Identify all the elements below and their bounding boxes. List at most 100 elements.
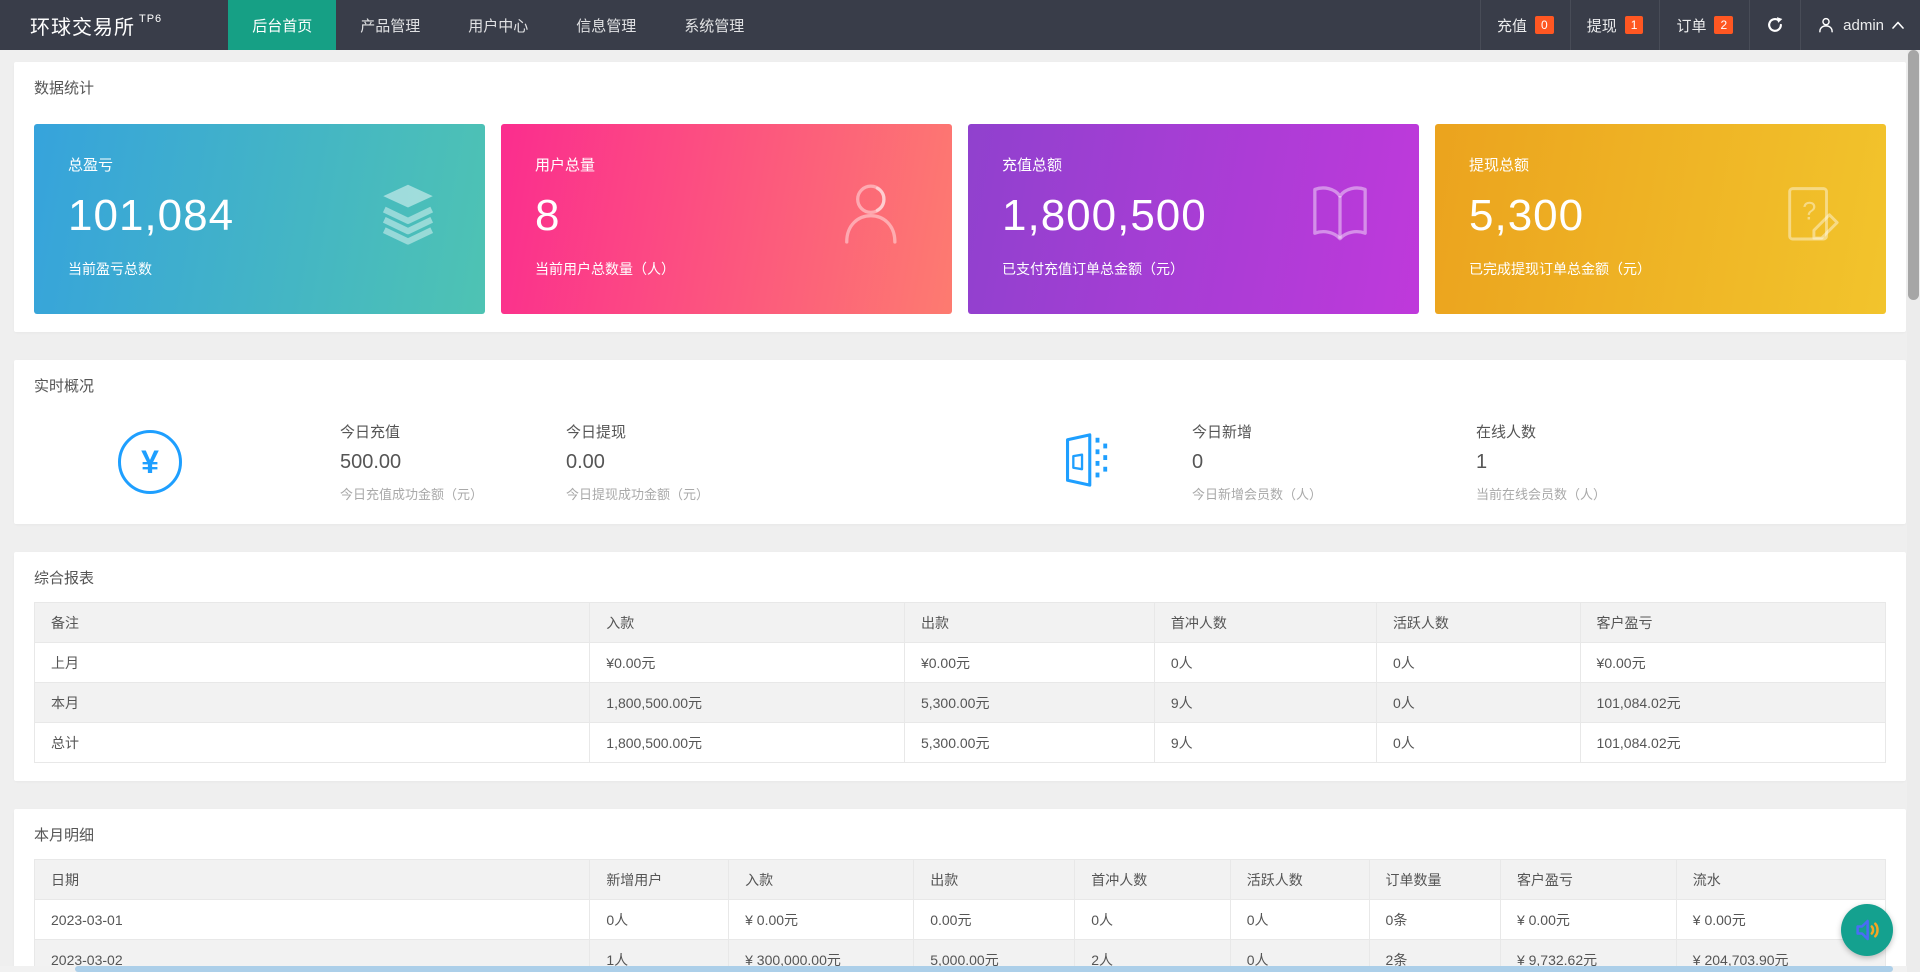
voice-broadcast-button[interactable]: [1841, 904, 1893, 956]
admin-menu[interactable]: admin: [1800, 0, 1920, 50]
table-header-row: 备注 入款 出款 首冲人数 活跃人数 客户盈亏: [33, 602, 1887, 643]
stat-card-total-users: 用户总量 8 当前用户总数量（人）: [501, 124, 952, 314]
table-row: 上月 ¥0.00元 ¥0.00元 0人 0人 ¥0.00元: [33, 642, 1887, 683]
stats-panel-title: 数据统计: [34, 80, 95, 97]
app-logo: 环球交易所 TP6: [0, 0, 192, 50]
table-cell: 5,300.00元: [903, 682, 1155, 723]
horizontal-scrollbar[interactable]: [0, 966, 1907, 972]
orders-shortcut[interactable]: 订单 2: [1659, 0, 1749, 50]
vertical-scrollbar-thumb[interactable]: [1908, 50, 1919, 300]
table-row: 总计 1,800,500.00元 5,300.00元 9人 0人 101,084…: [33, 722, 1887, 763]
stat-card-label: 用户总量: [535, 157, 596, 174]
table-cell: 101,084.02元: [1579, 682, 1887, 723]
stat-value: 0: [1192, 451, 1204, 473]
stat-card-desc: 当前用户总数量（人）: [535, 261, 675, 277]
table-cell: 0人: [1375, 722, 1581, 763]
realtime-panel-title: 实时概况: [34, 378, 95, 395]
app-version-tag: TP6: [139, 13, 163, 25]
door-panel-icon: [1054, 431, 1112, 494]
stat-card-label: 充值总额: [1002, 157, 1063, 174]
table-cell: 9人: [1153, 682, 1377, 723]
menu-item-users[interactable]: 用户中心: [444, 0, 552, 50]
table-cell: 0人: [1074, 899, 1231, 940]
table-cell: 101,084.02元: [1579, 722, 1887, 763]
table-row: 本月 1,800,500.00元 5,300.00元 9人 0人 101,084…: [33, 682, 1887, 723]
user-avatar-icon: [1817, 16, 1835, 34]
table-cell: ¥0.00元: [1579, 642, 1887, 683]
refresh-button[interactable]: [1749, 0, 1800, 50]
nav-right-group: 充值 0 提现 1 订单 2 admin: [1480, 0, 1920, 50]
stat-desc: 今日提现成功金额（元）: [566, 487, 710, 502]
recharge-count-badge: 0: [1535, 16, 1554, 34]
col-header: 活跃人数: [1229, 859, 1370, 900]
menu-item-info[interactable]: 信息管理: [552, 0, 660, 50]
col-header: 入款: [728, 859, 915, 900]
stat-value: 0.00: [566, 451, 605, 473]
table-cell: ¥ 0.00元: [1499, 899, 1677, 940]
realtime-row: ¥ 今日充值 500.00 今日充值成功金额（元） 今日提现 0.00 今日提现…: [34, 414, 1886, 510]
stat-cards: 总盈亏 101,084 当前盈亏总数 用户总量 8 当前用户总数量（人） 充值总…: [34, 124, 1886, 314]
stat-card-total-withdraw: 提现总额 5,300 已完成提现订单总金额（元） ?: [1435, 124, 1886, 314]
recharge-shortcut[interactable]: 充值 0: [1480, 0, 1570, 50]
orders-label: 订单: [1676, 17, 1707, 35]
yen-circle-icon: ¥: [118, 430, 182, 494]
col-header: 备注: [33, 602, 591, 643]
stat-desc: 今日新增会员数（人）: [1192, 487, 1323, 502]
stat-card-total-recharge: 充值总额 1,800,500 已支付充值订单总金额（元）: [968, 124, 1419, 314]
table-cell: 1,800,500.00元: [589, 722, 905, 763]
stat-desc: 今日充值成功金额（元）: [340, 487, 484, 502]
layers-icon: [375, 181, 441, 252]
month-detail-title: 本月明细: [34, 827, 95, 844]
menu-item-products[interactable]: 产品管理: [336, 0, 444, 50]
open-book-icon: [1305, 179, 1375, 254]
table-cell: ¥ 0.00元: [728, 899, 915, 940]
col-header: 入款: [589, 602, 905, 643]
table-header-row: 日期 新增用户 入款 出款 首冲人数 活跃人数 订单数量 客户盈亏 流水: [33, 859, 1887, 900]
col-header: 日期: [33, 859, 591, 900]
report-panel-title: 综合报表: [34, 570, 95, 587]
stat-label: 在线人数: [1476, 424, 1537, 441]
stat-card-label: 提现总额: [1469, 157, 1530, 174]
month-detail-table: 日期 新增用户 入款 出款 首冲人数 活跃人数 订单数量 客户盈亏 流水 202…: [33, 859, 1887, 972]
realtime-stat-today-recharge: 今日充值 500.00 今日充值成功金额（元）: [340, 421, 566, 503]
menu-item-home[interactable]: 后台首页: [228, 0, 337, 50]
table-row: 2023-03-01 0人 ¥ 0.00元 0.00元 0人 0人 0条 ¥ 0…: [33, 899, 1887, 940]
stat-label: 今日新增: [1192, 424, 1253, 441]
withdraw-shortcut[interactable]: 提现 1: [1569, 0, 1660, 50]
col-header: 流水: [1675, 859, 1887, 900]
withdraw-label: 提现: [1586, 17, 1617, 35]
horizontal-scrollbar-thumb[interactable]: [75, 966, 1893, 972]
month-detail-panel: 本月明细 日期 新增用户 入款 出款 首冲人数 活跃人数 订单数量 客户盈亏 流…: [14, 809, 1906, 972]
col-header: 首冲人数: [1153, 602, 1377, 643]
stat-desc: 当前在线会员数（人）: [1476, 487, 1607, 502]
table-cell: ¥0.00元: [903, 642, 1155, 683]
vertical-scrollbar[interactable]: [1907, 50, 1920, 972]
col-header: 客户盈亏: [1579, 602, 1887, 643]
chevron-up-icon: [1892, 21, 1904, 29]
col-header: 首冲人数: [1074, 859, 1231, 900]
col-header: 出款: [903, 602, 1155, 643]
table-cell: 上月: [33, 642, 591, 683]
stat-value: 500.00: [340, 451, 402, 473]
table-cell: 0人: [589, 899, 730, 940]
report-table: 备注 入款 出款 首冲人数 活跃人数 客户盈亏 上月 ¥0.00元 ¥0.00元…: [33, 602, 1887, 763]
col-header: 客户盈亏: [1499, 859, 1677, 900]
table-cell: 本月: [33, 682, 591, 723]
document-edit-icon: ?: [1780, 183, 1842, 250]
realtime-stat-online: 在线人数 1 当前在线会员数（人）: [1476, 421, 1760, 503]
page-content: 数据统计 总盈亏 101,084 当前盈亏总数 用户总量 8 当前用户总数量（人…: [0, 50, 1920, 972]
withdraw-count-badge: 1: [1624, 16, 1644, 34]
stat-card-total-profit: 总盈亏 101,084 当前盈亏总数: [34, 124, 485, 314]
table-cell: 0人: [1375, 682, 1581, 723]
menu-item-system[interactable]: 系统管理: [660, 0, 768, 50]
table-cell: 0.00元: [913, 899, 1076, 940]
col-header: 出款: [913, 859, 1076, 900]
report-panel: 综合报表 备注 入款 出款 首冲人数 活跃人数 客户盈亏 上月 ¥0.00元 ¥…: [14, 552, 1906, 781]
col-header: 活跃人数: [1375, 602, 1581, 643]
col-header: 新增用户: [589, 859, 730, 900]
col-header: 订单数量: [1368, 859, 1501, 900]
realtime-stat-new-members: 今日新增 0 今日新增会员数（人）: [1192, 421, 1476, 503]
realtime-panel: 实时概况 ¥ 今日充值 500.00 今日充值成功金额（元） 今日提现 0.00…: [14, 360, 1906, 524]
app-title: 环球交易所: [30, 16, 135, 39]
top-nav-bar: 环球交易所 TP6 后台首页 产品管理 用户中心 信息管理 系统管理 充值 0 …: [0, 0, 1920, 50]
